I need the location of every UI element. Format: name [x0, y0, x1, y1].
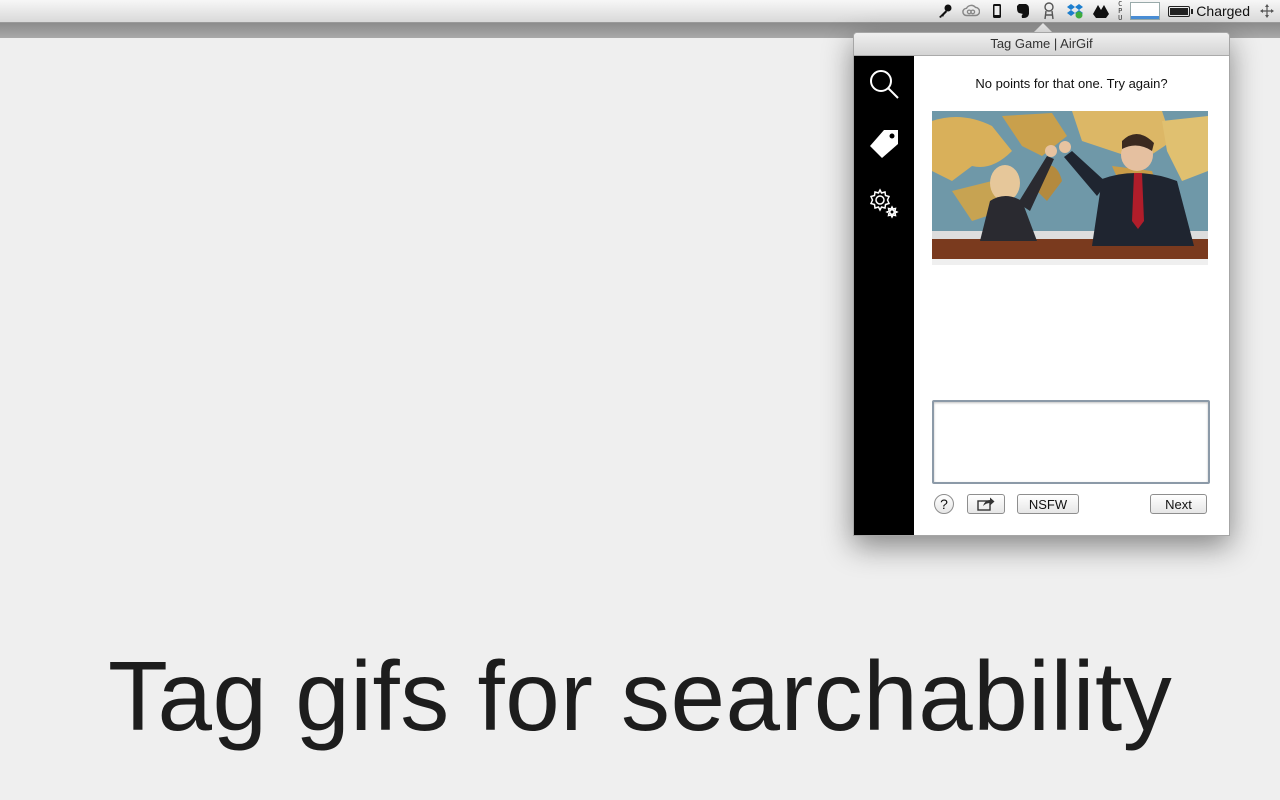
next-button[interactable]: Next	[1150, 494, 1207, 514]
battery-icon	[1168, 5, 1194, 17]
share-button[interactable]	[967, 494, 1005, 514]
move-icon[interactable]	[1258, 2, 1276, 20]
battery-status: Charged	[1196, 3, 1250, 19]
airgif-icon[interactable]	[1040, 2, 1058, 20]
cpu-monitor-icon[interactable]: C P U	[1118, 0, 1123, 22]
memory-graph-icon[interactable]	[1130, 2, 1161, 20]
tag-icon	[870, 130, 898, 158]
creative-cloud-icon[interactable]	[962, 2, 981, 20]
popover-title: Tag Game | AirGif	[854, 33, 1229, 56]
settings-gear-icon	[869, 188, 899, 219]
sidebar	[854, 56, 914, 535]
search-icon	[870, 70, 899, 99]
tagline-caption: Tag gifs for searchability	[108, 641, 1173, 751]
cpu-letter: U	[1118, 13, 1123, 22]
dropbox-icon[interactable]	[1066, 2, 1084, 20]
airgif-popover: Tag Game | AirGif No points for that one…	[853, 32, 1230, 536]
tag-game-panel: No points for that one. Try again? ? NSF…	[914, 56, 1229, 535]
google-drive-icon[interactable]	[1092, 2, 1110, 20]
evernote-icon[interactable]	[1014, 2, 1032, 20]
sidebar-item-search[interactable]	[868, 68, 900, 100]
tag-input[interactable]	[932, 400, 1210, 484]
help-button[interactable]: ?	[934, 494, 954, 514]
sidebar-item-tag[interactable]	[868, 128, 900, 160]
feedback-message: No points for that one. Try again?	[975, 76, 1168, 91]
popover-arrow	[1034, 23, 1052, 32]
key-icon[interactable]	[936, 2, 954, 20]
gif-preview[interactable]	[932, 111, 1208, 265]
sidebar-item-settings[interactable]	[868, 188, 900, 220]
nsfw-button[interactable]: NSFW	[1017, 494, 1079, 514]
gif-image	[932, 111, 1208, 265]
menu-bar: C P U Charged	[0, 0, 1280, 23]
battery-menu[interactable]: Charged	[1168, 0, 1250, 22]
share-icon	[977, 497, 995, 511]
phone-icon[interactable]	[988, 2, 1006, 20]
menu-bar-extras: C P U Charged	[936, 0, 1276, 22]
